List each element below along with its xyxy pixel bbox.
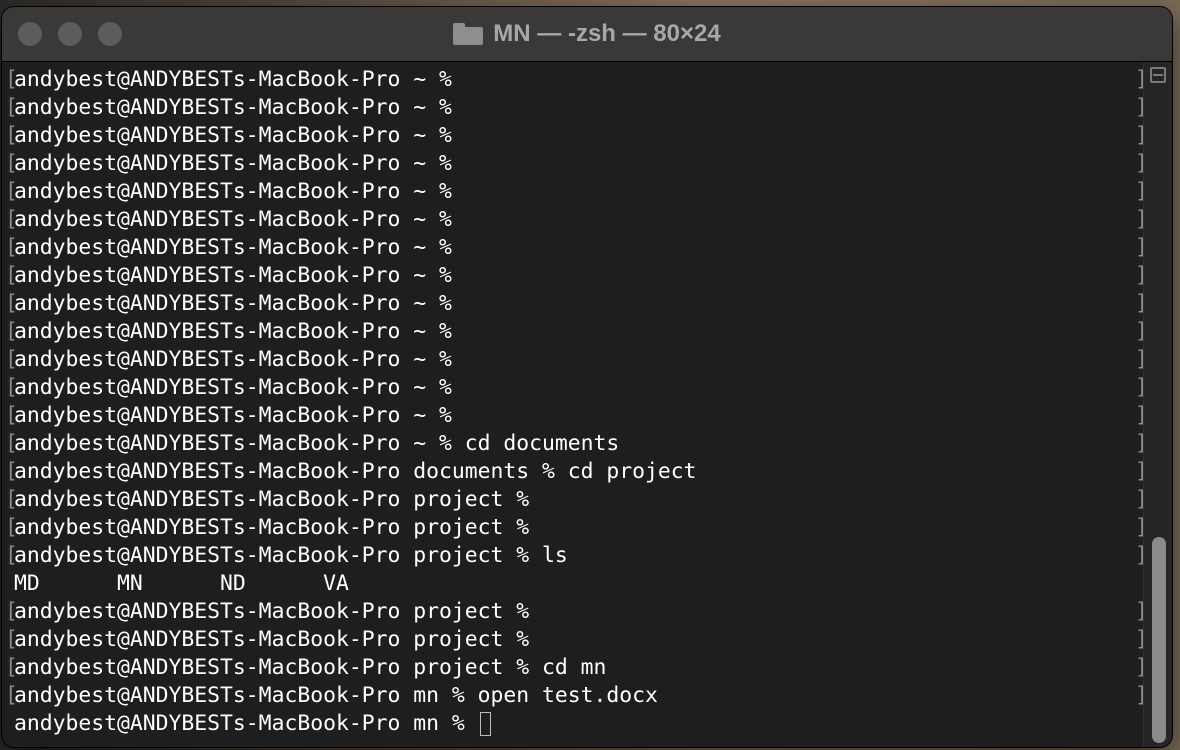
terminal-line: [] andybest@ANDYBESTs-MacBook-Pro project… — [2, 626, 1148, 654]
terminal-line: [] andybest@ANDYBESTs-MacBook-Pro ~ % — [2, 374, 1148, 402]
terminal-line-text: andybest@ANDYBESTs-MacBook-Pro project % — [14, 599, 530, 624]
terminal-line-text: andybest@ANDYBESTs-MacBook-Pro ~ % — [14, 319, 452, 344]
split-pane-icon[interactable] — [1150, 67, 1166, 83]
terminal-line-text: andybest@ANDYBESTs-MacBook-Pro project % — [14, 627, 530, 652]
terminal-line-text: andybest@ANDYBESTs-MacBook-Pro ~ % cd do… — [14, 431, 620, 456]
terminal-line-text: andybest@ANDYBESTs-MacBook-Pro ~ % — [14, 235, 452, 260]
terminal-line-text: MD MN ND VA — [14, 571, 349, 596]
terminal-line-text: andybest@ANDYBESTs-MacBook-Pro project % — [14, 515, 530, 540]
terminal-line: [] andybest@ANDYBESTs-MacBook-Pro ~ % — [2, 318, 1148, 346]
terminal-line: [] andybest@ANDYBESTs-MacBook-Pro ~ % — [2, 402, 1148, 430]
terminal-line: [] andybest@ANDYBESTs-MacBook-Pro ~ % — [2, 206, 1148, 234]
terminal-line: [] andybest@ANDYBESTs-MacBook-Pro ~ % — [2, 290, 1148, 318]
terminal-line: [] andybest@ANDYBESTs-MacBook-Pro ~ % — [2, 262, 1148, 290]
terminal-line-text: andybest@ANDYBESTs-MacBook-Pro project %… — [14, 655, 607, 680]
folder-icon — [453, 23, 484, 45]
terminal-line-text: andybest@ANDYBESTs-MacBook-Pro documents… — [14, 459, 697, 484]
terminal-line: [] andybest@ANDYBESTs-MacBook-Pro ~ % cd … — [2, 430, 1148, 458]
terminal-line: [] andybest@ANDYBESTs-MacBook-Pro project… — [2, 654, 1148, 682]
terminal-line-text: andybest@ANDYBESTs-MacBook-Pro ~ % — [14, 95, 452, 120]
terminal-line: [] andybest@ANDYBESTs-MacBook-Pro project… — [2, 514, 1148, 542]
terminal-line-text: andybest@ANDYBESTs-MacBook-Pro ~ % — [14, 347, 452, 372]
terminal-line-text: andybest@ANDYBESTs-MacBook-Pro ~ % — [14, 179, 452, 204]
terminal-line-text: andybest@ANDYBESTs-MacBook-Pro ~ % — [14, 207, 452, 232]
window-title-group: MN — -zsh — 80×24 — [2, 7, 1172, 61]
terminal-line-text: andybest@ANDYBESTs-MacBook-Pro project %… — [14, 543, 568, 568]
terminal-line-text: andybest@ANDYBESTs-MacBook-Pro ~ % — [14, 123, 452, 148]
terminal-output[interactable]: [] andybest@ANDYBESTs-MacBook-Pro ~ %[] an… — [2, 62, 1148, 747]
terminal-window[interactable]: MN — -zsh — 80×24 [] andybest@ANDYBESTs-M… — [2, 7, 1172, 747]
terminal-line: [] andybest@ANDYBESTs-MacBook-Pro ~ % — [2, 178, 1148, 206]
terminal-line: [] andybest@ANDYBESTs-MacBook-Pro ~ % — [2, 150, 1148, 178]
window-title: MN — -zsh — 80×24 — [493, 20, 721, 47]
terminal-line: [] andybest@ANDYBESTs-MacBook-Pro ~ % — [2, 234, 1148, 262]
text-cursor — [479, 712, 491, 736]
terminal-line: [] andybest@ANDYBESTs-MacBook-Pro project… — [2, 598, 1148, 626]
terminal-line-text: andybest@ANDYBESTs-MacBook-Pro ~ % — [14, 263, 452, 288]
terminal-line-text: andybest@ANDYBESTs-MacBook-Pro ~ % — [14, 375, 452, 400]
terminal-line-text: andybest@ANDYBESTs-MacBook-Pro project % — [14, 487, 530, 512]
terminal-line-text: andybest@ANDYBESTs-MacBook-Pro ~ % — [14, 151, 452, 176]
terminal-line: MD MN ND VA — [2, 570, 1142, 598]
scrollbar-thumb[interactable] — [1152, 537, 1166, 743]
current-prompt-line[interactable]: andybest@ANDYBESTs-MacBook-Pro mn % — [2, 710, 1142, 738]
terminal-line: [] andybest@ANDYBESTs-MacBook-Pro ~ % — [2, 94, 1148, 122]
title-bar[interactable]: MN — -zsh — 80×24 — [2, 7, 1172, 62]
current-prompt: andybest@ANDYBESTs-MacBook-Pro mn % — [14, 710, 491, 738]
terminal-line: [] andybest@ANDYBESTs-MacBook-Pro documen… — [2, 458, 1148, 486]
terminal-line: [] andybest@ANDYBESTs-MacBook-Pro project… — [2, 542, 1148, 570]
terminal-line-text: andybest@ANDYBESTs-MacBook-Pro ~ % — [14, 291, 452, 316]
terminal-line-text: andybest@ANDYBESTs-MacBook-Pro ~ % — [14, 403, 452, 428]
terminal-line: [] andybest@ANDYBESTs-MacBook-Pro project… — [2, 486, 1148, 514]
terminal-line-text: andybest@ANDYBESTs-MacBook-Pro ~ % — [14, 67, 452, 92]
terminal-line: [] andybest@ANDYBESTs-MacBook-Pro ~ % — [2, 346, 1148, 374]
terminal-line: [] andybest@ANDYBESTs-MacBook-Pro mn % op… — [2, 682, 1148, 710]
terminal-line: [] andybest@ANDYBESTs-MacBook-Pro ~ % — [2, 66, 1148, 94]
terminal-line-text: andybest@ANDYBESTs-MacBook-Pro mn % open… — [14, 683, 658, 708]
terminal-line: [] andybest@ANDYBESTs-MacBook-Pro ~ % — [2, 122, 1148, 150]
